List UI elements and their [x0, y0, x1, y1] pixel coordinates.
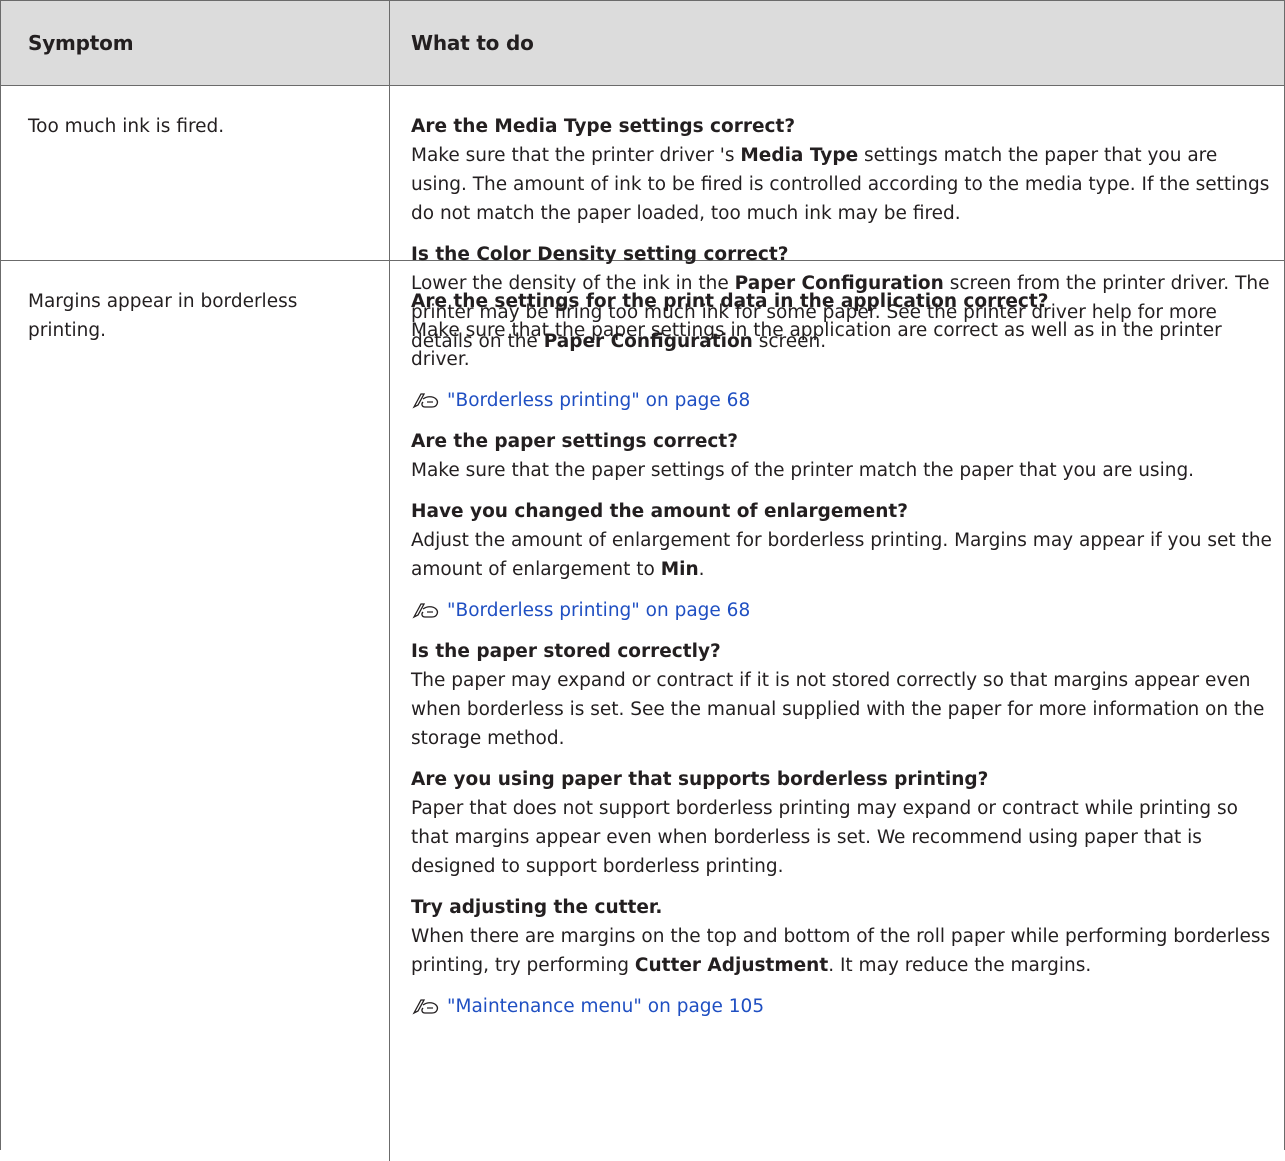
remedy-question: Try adjusting the cutter.	[411, 897, 663, 918]
remedy-block: Are the paper settings correct? Make sur…	[411, 427, 1278, 485]
remedy-block: Have you changed the amount of enlargeme…	[411, 497, 1278, 584]
reference-link[interactable]: "Maintenance menu" on page 105	[411, 992, 1278, 1021]
remedy-question: Are the Media Type settings correct?	[411, 116, 796, 137]
remedy-question: Is the paper stored correctly?	[411, 641, 721, 662]
remedy-text: Make sure that the paper settings of the…	[411, 460, 1195, 481]
table-row: Too much ink is fired. Are the Media Typ…	[1, 86, 1284, 352]
header-what-to-do: What to do	[411, 31, 534, 55]
remedy-block: Are you using paper that supports border…	[411, 765, 1278, 881]
symptom-cell: Too much ink is fired.	[1, 86, 390, 260]
reference-hand-icon	[412, 392, 439, 408]
remedy-cell: Are the settings for the print data in t…	[390, 261, 1284, 1161]
remedy-question: Are the settings for the print data in t…	[411, 291, 1049, 312]
remedy-cell: Are the Media Type settings correct? Mak…	[390, 86, 1284, 352]
remedy-question: Are the paper settings correct?	[411, 431, 738, 452]
reference-link-text[interactable]: "Borderless printing" on page 68	[447, 386, 750, 415]
remedy-block: Are the settings for the print data in t…	[411, 287, 1278, 374]
remedy-block: Are the Media Type settings correct? Mak…	[411, 112, 1278, 228]
header-symptom: Symptom	[1, 1, 390, 85]
remedy-text: When there are margins on the top and bo…	[411, 926, 1271, 976]
reference-link[interactable]: "Borderless printing" on page 68	[411, 596, 1278, 625]
troubleshooting-table: Symptom What to do Too much ink is fired…	[0, 0, 1285, 1161]
remedy-question: Have you changed the amount of enlargeme…	[411, 501, 908, 522]
remedy-text: Make sure that the printer driver 's Med…	[411, 145, 1270, 224]
reference-link-text[interactable]: "Maintenance menu" on page 105	[447, 992, 764, 1021]
reference-hand-icon	[412, 998, 439, 1014]
remedy-text: Make sure that the paper settings in the…	[411, 320, 1222, 370]
remedy-text: The paper may expand or contract if it i…	[411, 670, 1265, 749]
reference-link[interactable]: "Borderless printing" on page 68	[411, 386, 1278, 415]
symptom-cell: Margins appear in borderless printing.	[1, 261, 390, 1161]
reference-link-text[interactable]: "Borderless printing" on page 68	[447, 596, 750, 625]
table-row: Margins appear in borderless printing. A…	[1, 261, 1284, 1161]
remedy-block: Try adjusting the cutter. When there are…	[411, 893, 1278, 980]
reference-hand-icon	[412, 602, 439, 618]
remedy-block: Is the paper stored correctly? The paper…	[411, 637, 1278, 753]
remedy-text: Adjust the amount of enlargement for bor…	[411, 530, 1272, 580]
table-header: Symptom What to do	[1, 0, 1284, 86]
remedy-text: Paper that does not support borderless p…	[411, 798, 1238, 877]
remedy-question: Are you using paper that supports border…	[411, 769, 989, 790]
